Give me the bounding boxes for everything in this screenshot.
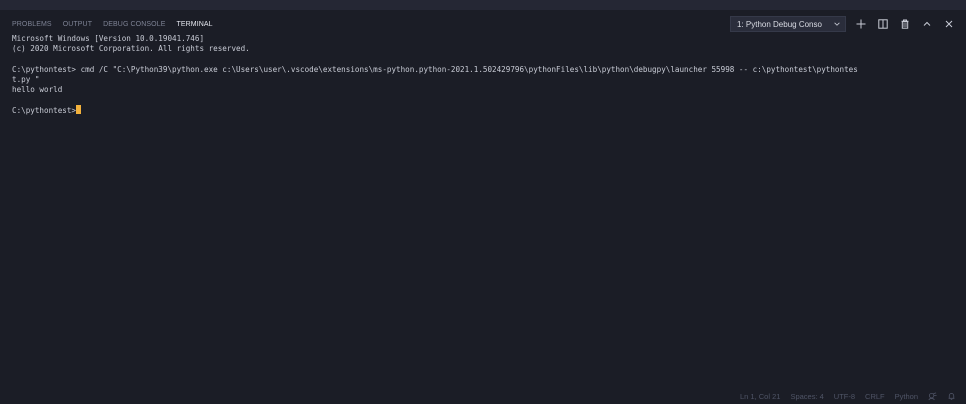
tab-output[interactable]: OUTPUT — [63, 19, 92, 31]
trash-icon — [901, 19, 909, 29]
status-bar: Ln 1, Col 21 Spaces: 4 UTF-8 CRLF Python — [0, 389, 966, 404]
plus-icon — [856, 19, 866, 29]
terminal-line: t.py " — [12, 74, 40, 84]
terminal-line: C:\pythontest> cmd /C "C:\Python39\pytho… — [12, 64, 858, 74]
panel-toolbar: 1: Python Debug Conso — [730, 16, 956, 32]
chevron-down-icon — [834, 22, 840, 26]
status-encoding[interactable]: UTF-8 — [834, 392, 855, 401]
terminal-prompt: C:\pythontest> — [12, 106, 77, 116]
kill-terminal-button[interactable] — [898, 17, 912, 31]
tab-debug-console[interactable]: DEBUG CONSOLE — [103, 19, 165, 31]
new-terminal-button[interactable] — [854, 17, 868, 31]
terminal-line: (c) 2020 Microsoft Corporation. All righ… — [12, 44, 250, 54]
feedback-icon[interactable] — [928, 392, 937, 401]
status-cursor-position[interactable]: Ln 1, Col 21 — [740, 392, 780, 401]
status-language-mode[interactable]: Python — [895, 392, 918, 401]
terminal-selector-label: 1: Python Debug Conso — [737, 19, 822, 29]
tab-problems[interactable]: PROBLEMS — [12, 19, 52, 31]
chevron-up-icon — [923, 21, 931, 26]
split-icon — [878, 19, 888, 29]
split-terminal-button[interactable] — [876, 17, 890, 31]
close-panel-button[interactable] — [942, 17, 956, 31]
panel-tabs: PROBLEMS OUTPUT DEBUG CONSOLE TERMINAL — [12, 19, 213, 31]
tab-terminal[interactable]: TERMINAL — [176, 19, 212, 31]
maximize-panel-button[interactable] — [920, 17, 934, 31]
status-indentation[interactable]: Spaces: 4 — [790, 392, 823, 401]
notification-bell-icon[interactable] — [947, 392, 956, 401]
status-eol[interactable]: CRLF — [865, 392, 885, 401]
terminal-panel: PROBLEMS OUTPUT DEBUG CONSOLE TERMINAL 1… — [0, 10, 966, 389]
terminal-line: Microsoft Windows [Version 10.0.19041.74… — [12, 34, 205, 43]
terminal-output[interactable]: Microsoft Windows [Version 10.0.19041.74… — [12, 34, 956, 116]
terminal-selector-dropdown[interactable]: 1: Python Debug Conso — [730, 16, 846, 32]
status-bar-right: Ln 1, Col 21 Spaces: 4 UTF-8 CRLF Python — [740, 389, 956, 404]
terminal-cursor — [76, 105, 82, 115]
terminal-line: hello world — [12, 84, 63, 94]
terminal-prompt-line: C:\pythontest> — [12, 105, 956, 115]
close-icon — [945, 20, 953, 28]
editor-top-strip — [0, 0, 966, 10]
